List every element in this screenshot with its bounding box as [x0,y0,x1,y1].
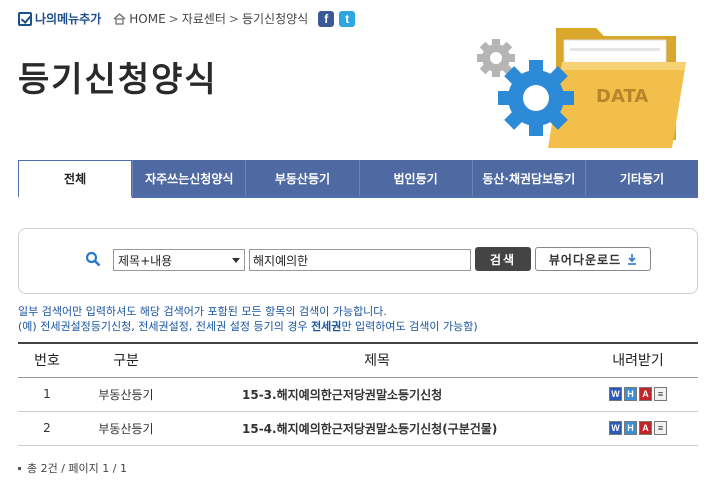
search-button[interactable]: 검색 [475,247,531,271]
search-notice: 일부 검색어만 입력하셔도 해당 검색어가 포함된 모든 항목의 검색이 가능합… [18,304,478,334]
row-title-link[interactable]: 15-3.해지예의한근저당권말소등기신청 [176,377,578,412]
notice-bold-keyword: 전세권 [311,320,342,333]
hero-label: DATA [596,86,648,107]
category-tabs: 전체 자주쓰는신청양식 부동산등기 법인등기 동산·채권담보등기 기타등기 [18,160,699,198]
notice-line-1: 일부 검색어만 입력하셔도 해당 검색어가 포함된 모든 항목의 검색이 가능합… [18,305,387,318]
breadcrumb-separator: > [168,11,179,26]
viewer-download-label: 뷰어다운로드 [548,252,622,267]
row-title-link[interactable]: 15-4.해지예의한근저당권말소등기신청(구분건물) [176,411,578,446]
text-file-icon[interactable]: ≡ [654,387,667,402]
search-icon [85,251,101,267]
forms-table: 번호 구분 제목 내려받기 1 부동산등기 15-3.해지예의한근저당권말소등기… [18,342,698,446]
header-download: 내려받기 [578,342,698,378]
top-bar: 나의메뉴추가 HOME > 자료센터 > 등기신청양식 f t [18,10,356,27]
search-input[interactable]: 해지예의한 [249,249,471,271]
chevron-down-icon [232,257,240,263]
tab-real-estate[interactable]: 부동산등기 [245,160,359,196]
search-panel: 제목+내용 해지예의한 검색 뷰어다운로드 [18,228,698,294]
row-downloads: W H A ≡ [578,411,698,446]
pdf-file-icon[interactable]: A [639,421,652,436]
search-scope-value: 제목+내용 [118,253,173,268]
facebook-icon[interactable]: f [318,10,335,27]
tab-corporate[interactable]: 법인등기 [358,160,472,196]
row-no: 1 [18,377,76,412]
table-header-row: 번호 구분 제목 내려받기 [18,342,698,378]
data-folder-gears-illustration: DATA [477,28,686,148]
hwp-file-icon[interactable]: H [624,387,637,402]
breadcrumb-home[interactable]: HOME [129,12,165,26]
tab-other[interactable]: 기타등기 [584,160,699,196]
row-category: 부동산등기 [76,411,176,446]
row-category: 부동산등기 [76,377,176,412]
tab-frequent-forms[interactable]: 자주쓰는신청양식 [132,160,246,196]
checkbox-icon [18,11,32,26]
twitter-icon[interactable]: t [339,10,356,27]
breadcrumb-separator: > [228,11,239,26]
text-file-icon[interactable]: ≡ [654,421,667,436]
page-info: 총 2건 / 페이지 1 / 1 [18,460,127,476]
row-no: 2 [18,411,76,446]
page-info-text: 총 2건 / 페이지 1 / 1 [27,462,127,475]
home-icon [113,12,126,25]
add-my-menu-button[interactable]: 나의메뉴추가 [18,10,101,27]
tab-movables-claims[interactable]: 동산·채권담보등기 [471,160,585,196]
notice-line-2: (예) 전세권설정등기신청, 전세권설정, 전세권 설정 등기의 경우 전세권만… [18,320,478,333]
word-file-icon[interactable]: W [609,387,622,402]
bullet-icon [18,466,21,470]
breadcrumb: HOME > 자료센터 > 등기신청양식 [113,10,308,27]
word-file-icon[interactable]: W [609,421,622,436]
viewer-download-button[interactable]: 뷰어다운로드 [535,247,651,271]
breadcrumb-current: 등기신청양식 [241,12,309,26]
header-category: 구분 [76,342,176,378]
search-scope-select[interactable]: 제목+내용 [113,249,245,271]
add-my-menu-label: 나의메뉴추가 [35,12,102,26]
pdf-file-icon[interactable]: A [639,387,652,402]
breadcrumb-data-center[interactable]: 자료센터 [182,10,226,27]
header-no: 번호 [18,342,76,378]
table-row: 1 부동산등기 15-3.해지예의한근저당권말소등기신청 W H A ≡ [18,377,698,412]
hwp-file-icon[interactable]: H [624,421,637,436]
tab-all[interactable]: 전체 [18,160,133,198]
page-title: 등기신청양식 [18,60,218,100]
header-title: 제목 [176,342,578,378]
table-row: 2 부동산등기 15-4.해지예의한근저당권말소등기신청(구분건물) W H A… [18,411,698,446]
row-downloads: W H A ≡ [578,377,698,412]
download-icon [628,253,637,265]
